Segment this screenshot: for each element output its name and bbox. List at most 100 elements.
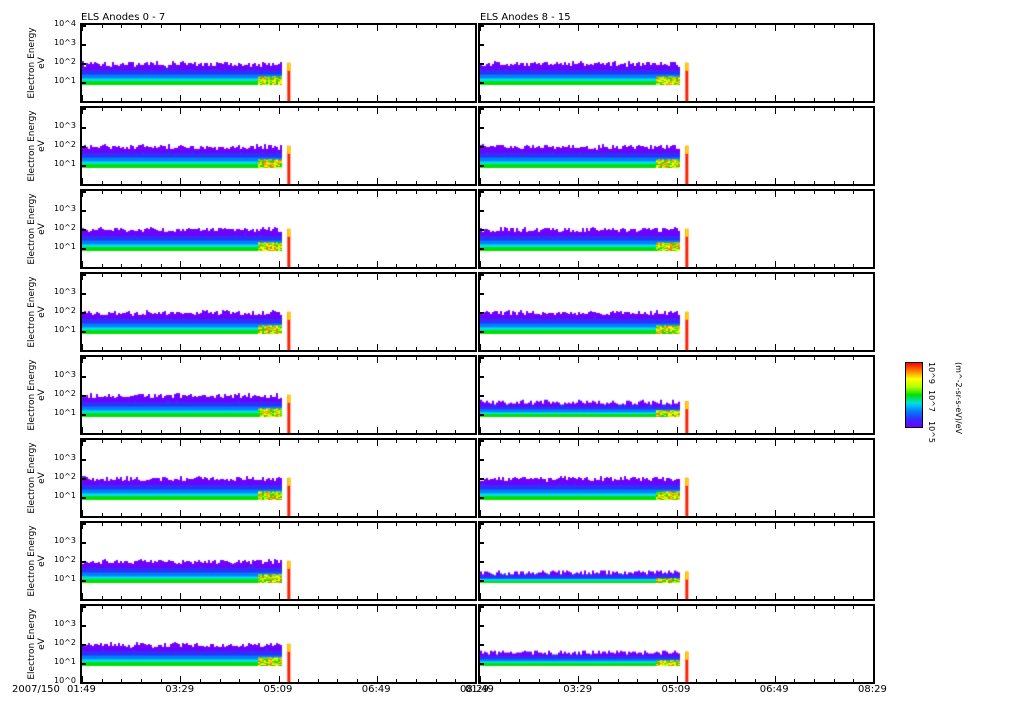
x-tick [637,513,639,516]
x-tick [597,606,599,609]
x-tick [794,274,796,277]
x-tick [199,274,201,277]
y-tick [80,599,86,601]
x-tick [396,513,398,516]
y-axis-label: Electron Energy eV [27,599,47,689]
x-tick [199,25,201,28]
x-tick [180,593,182,599]
x-tick [180,178,182,184]
y-axis-title: Electron Energy [27,193,37,265]
y-tick [478,191,484,193]
x-tick [258,25,260,28]
x-tick [337,98,339,101]
x-tick [696,347,698,350]
x-tick [519,513,521,516]
x-tick [475,274,476,280]
x-tick [597,596,599,599]
x-tick [337,679,339,682]
x-tick [597,357,599,360]
x-tick [121,596,123,599]
y-tick [80,395,86,397]
x-tick [873,25,874,31]
x-tick [199,513,201,516]
y-tick [478,229,484,231]
x-tick [558,596,560,599]
x-tick [435,513,437,516]
x-tick [416,98,418,101]
x-tick [396,264,398,267]
x-tick [160,430,162,433]
x-tick [140,181,142,184]
x-tick [735,440,737,443]
x-tick [715,523,717,526]
x-tick [455,98,457,101]
x-tick [239,274,241,277]
x-tick [455,596,457,599]
y-axis-title: Electron Energy [27,276,37,348]
x-tick [219,274,221,277]
x-tick [475,95,476,101]
x-tick [735,274,737,277]
x-tick [676,344,678,350]
spectrogram-panel-anode-7 [80,604,477,684]
x-tick [558,440,560,443]
x-tick [180,274,182,280]
x-tick [298,513,300,516]
x-tick [140,440,142,443]
colorbar-tick-label: 10^7 [927,390,936,412]
x-tick [833,357,835,360]
x-tick [558,264,560,267]
x-tick [637,191,639,194]
x-tick [298,357,300,360]
x-tick [656,274,658,277]
x-tick [101,513,103,516]
x-tick [337,430,339,433]
y-tick-label: 10^2 [54,57,76,66]
y-tick [80,82,86,84]
x-tick [258,347,260,350]
spectrogram-panel-anode-15 [478,604,875,684]
x-tick [475,108,476,114]
x-tick [298,679,300,682]
y-tick [80,580,86,582]
x-tick [278,274,280,280]
x-tick [873,606,874,612]
x-tick [735,25,737,28]
x-tick [696,181,698,184]
spectrogram-panel-anode-13 [478,438,875,518]
x-tick [578,108,580,114]
x-tick [121,357,123,360]
x-tick [853,108,855,111]
x-tick [774,676,776,682]
x-tick [853,430,855,433]
x-tick [140,596,142,599]
x-tick [656,357,658,360]
x-tick [774,440,776,446]
x-tick [278,593,280,599]
x-tick [376,178,378,184]
y-tick-label: 10^2 [54,306,76,315]
x-tick [519,430,521,433]
y-axis-unit: eV [37,638,47,650]
x-tick [558,274,560,277]
x-tick [538,523,540,526]
x-tick [396,274,398,277]
x-tick [376,274,378,280]
y-axis-unit: eV [37,306,47,318]
x-tick [455,440,457,443]
y-tick [478,599,484,601]
x-tick [435,191,437,194]
x-tick [455,274,457,277]
y-tick [478,108,484,110]
x-tick [794,357,796,360]
x-tick [833,181,835,184]
x-tick [499,596,501,599]
spectrogram-image [480,108,873,184]
y-tick [80,44,86,46]
x-tick [298,108,300,111]
x-tick [814,357,816,360]
x-tick [794,440,796,443]
x-tick [435,679,437,682]
spectrogram-panel-anode-3 [80,272,477,352]
x-tick [656,430,658,433]
